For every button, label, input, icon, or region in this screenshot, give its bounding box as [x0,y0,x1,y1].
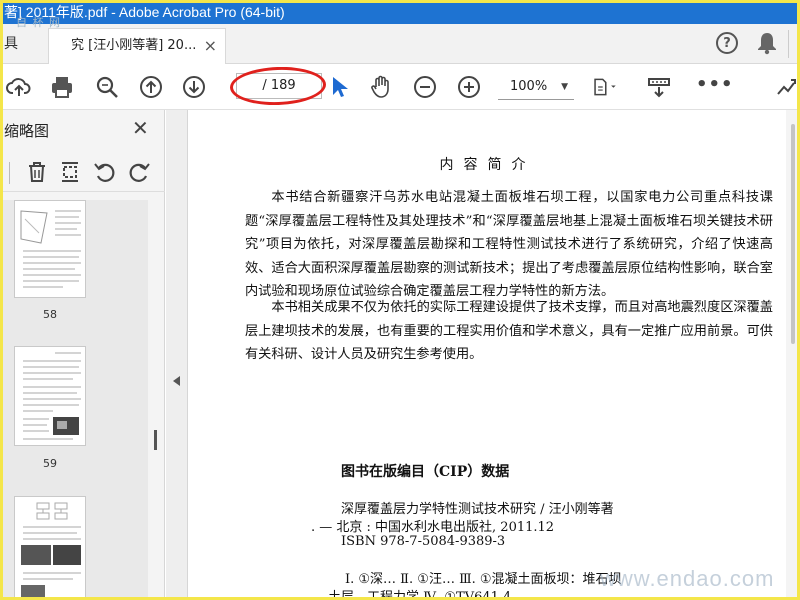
more-tools-icon[interactable]: ••• [696,74,734,95]
thumbnail-label: 58 [43,308,57,321]
zoom-value: 100% [510,79,548,94]
upload-cloud-icon[interactable] [6,74,32,100]
panel-tool-divider [9,162,10,184]
help-icon[interactable]: ? [716,32,738,54]
trash-icon[interactable] [25,160,49,184]
tab-document-label: 究 [汪小刚等著] 20... [71,38,197,53]
document-view: 内容简介 本书结合新疆察汗乌苏水电站混凝土面板堆石坝工程，以国家电力公司重点科技… [189,110,786,600]
main-toolbar: / 189 100% ▼ ••• [0,64,800,110]
cip-title: 图书在版编目（CIP）数据 [341,464,510,480]
next-page-icon[interactable] [181,74,207,100]
thumbnail-page-58[interactable] [14,200,86,298]
chevron-down-icon: ▼ [561,82,568,92]
panel-close-icon[interactable]: ✕ [132,116,149,140]
find-zoom-icon[interactable] [94,74,120,100]
rotate-left-icon[interactable] [93,160,117,184]
cip-line: ISBN 978-7-5084-9389-3 [341,534,506,549]
panel-scroll-thumb[interactable] [154,430,157,450]
collapse-arrow-icon[interactable] [173,376,180,386]
thumbnail-list: 58 59 [0,200,148,600]
previous-page-icon[interactable] [138,74,164,100]
zoom-select[interactable]: 100% ▼ [498,74,574,100]
panel-collapse-strip[interactable] [166,110,188,600]
watermark-bottom: www.endao.com [600,566,775,591]
window-title: 著] 2011年版.pdf - Adobe Acrobat Pro (64-bi… [0,0,800,24]
panel-scrollbar[interactable] [149,200,163,600]
watermark-top: 自 杯 网 [16,16,61,29]
document-scroll-thumb[interactable] [791,124,795,344]
notification-bell-icon[interactable] [756,31,778,55]
pdf-page: 内容简介 本书结合新疆察汗乌苏水电站混凝土面板堆石坝工程，以国家电力公司重点科技… [189,110,786,600]
thumbnail-label: 59 [43,457,57,470]
panel-toolbar [0,152,165,192]
cip-line: Ⅰ. ①深… Ⅱ. ①汪… Ⅲ. ①混凝土面板坝：堆石坝 [345,572,622,587]
select-cursor-icon[interactable] [326,74,352,100]
cip-line: . — 北京 : 中国水利水电出版社, 2011.12 [311,520,555,535]
zoom-out-icon[interactable] [412,74,438,100]
tab-close-icon[interactable]: × [204,29,217,63]
paragraph-summary: 本书结合新疆察汗乌苏水电站混凝土面板堆石坝工程，以国家电力公司重点科技课题“深厚… [245,190,773,299]
highlight-annotation [229,65,327,107]
page-fit-icon[interactable] [592,74,626,100]
extract-pages-icon[interactable] [58,160,82,184]
share-icon[interactable] [772,74,798,100]
tab-home[interactable]: 具 [0,24,38,64]
tab-row: 具 究 [汪小刚等著] 20... × ? [0,24,800,64]
scrolling-mode-icon[interactable] [646,74,672,100]
zoom-in-icon[interactable] [456,74,482,100]
print-icon[interactable] [49,74,75,100]
page-heading: 内容简介 [439,157,536,173]
panel-title: 缩略图 [4,122,50,140]
rotate-right-icon[interactable] [127,160,151,184]
cip-line: —土层—工程力学 Ⅳ. ①TV641.4 [315,590,512,600]
thumbnail-page-59[interactable] [14,346,86,446]
cip-line: 深厚覆盖层力学特性测试技术研究 / 汪小刚等著 [341,502,614,517]
tabrow-divider [788,30,789,58]
document-scrollbar[interactable] [786,110,800,600]
thumbnail-page-60[interactable] [14,496,86,600]
paragraph-significance: 本书相关成果不仅为依托的实际工程建设提供了技术支撑，而且对高地震烈度区深覆盖层上… [245,300,773,362]
thumbnails-panel: 缩略图 ✕ 58 59 [0,110,165,600]
tab-document[interactable]: 究 [汪小刚等著] 20... × [48,28,226,64]
hand-tool-icon[interactable] [368,74,394,100]
